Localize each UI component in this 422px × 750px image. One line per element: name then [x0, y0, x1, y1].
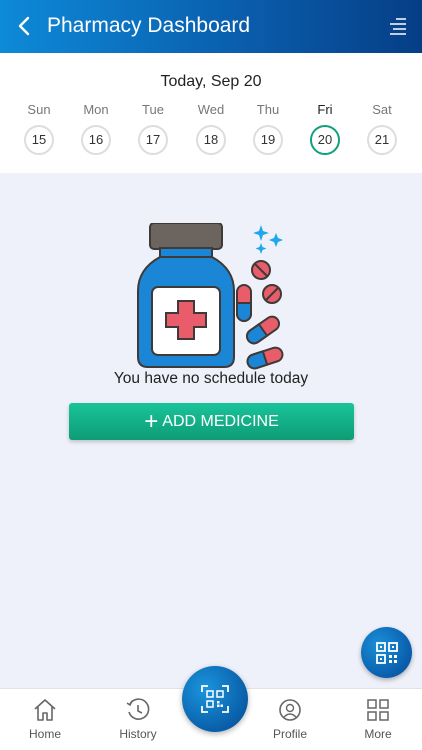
day-name: Mon: [83, 102, 109, 117]
back-icon[interactable]: [12, 12, 36, 40]
day-name: Fri: [317, 102, 333, 117]
day-name: Thu: [256, 102, 280, 117]
nav-profile-label: Profile: [272, 727, 307, 741]
qr-code-icon: [375, 641, 398, 664]
day-number[interactable]: 18: [196, 125, 226, 155]
day-tue[interactable]: Tue 17: [133, 101, 173, 155]
day-number[interactable]: 21: [367, 125, 397, 155]
page-title: Pharmacy Dashboard: [47, 14, 251, 37]
day-fri[interactable]: Fri 20: [305, 101, 345, 155]
nav-history[interactable]: History: [103, 697, 173, 741]
day-number[interactable]: 15: [24, 125, 54, 155]
nav-profile[interactable]: Profile: [255, 697, 325, 741]
day-number[interactable]: 17: [138, 125, 168, 155]
grid-icon: [343, 697, 413, 723]
history-icon: [103, 697, 173, 723]
day-sat[interactable]: Sat 21: [362, 101, 402, 155]
day-number[interactable]: 16: [81, 125, 111, 155]
home-icon: [10, 697, 80, 723]
calendar-date-title: Today, Sep 20: [160, 73, 262, 90]
week-calendar: Today, Sep 20 Sun 15 Mon 16 Tue 17 Wed 1…: [0, 53, 422, 173]
nav-history-label: History: [119, 727, 157, 741]
day-name: Wed: [197, 102, 225, 117]
qr-scan-icon: [201, 685, 229, 713]
empty-state-message: You have no schedule today: [113, 370, 309, 387]
day-number[interactable]: 19: [253, 125, 283, 155]
qr-code-fab[interactable]: [361, 627, 412, 678]
nav-home-label: Home: [28, 727, 61, 741]
day-number-selected[interactable]: 20: [310, 125, 340, 155]
scan-button[interactable]: [182, 666, 248, 732]
add-medicine-button[interactable]: + ADD MEDICINE: [69, 403, 354, 440]
day-thu[interactable]: Thu 19: [248, 101, 288, 155]
day-name: Sun: [27, 102, 51, 117]
profile-icon: [255, 697, 325, 723]
day-wed[interactable]: Wed 18: [191, 101, 231, 155]
nav-home[interactable]: Home: [10, 697, 80, 741]
day-sun[interactable]: Sun 15: [19, 101, 59, 155]
nav-more[interactable]: More: [343, 697, 413, 741]
menu-icon[interactable]: [388, 16, 408, 36]
plus-icon: +: [144, 407, 159, 435]
medicine-bottle-illustration: [134, 222, 290, 373]
nav-more-label: More: [364, 727, 392, 741]
day-name: Sat: [372, 102, 392, 117]
day-mon[interactable]: Mon 16: [76, 101, 116, 155]
day-name: Tue: [142, 102, 164, 117]
add-medicine-label: ADD MEDICINE: [162, 412, 279, 430]
app-header: Pharmacy Dashboard: [0, 0, 422, 53]
